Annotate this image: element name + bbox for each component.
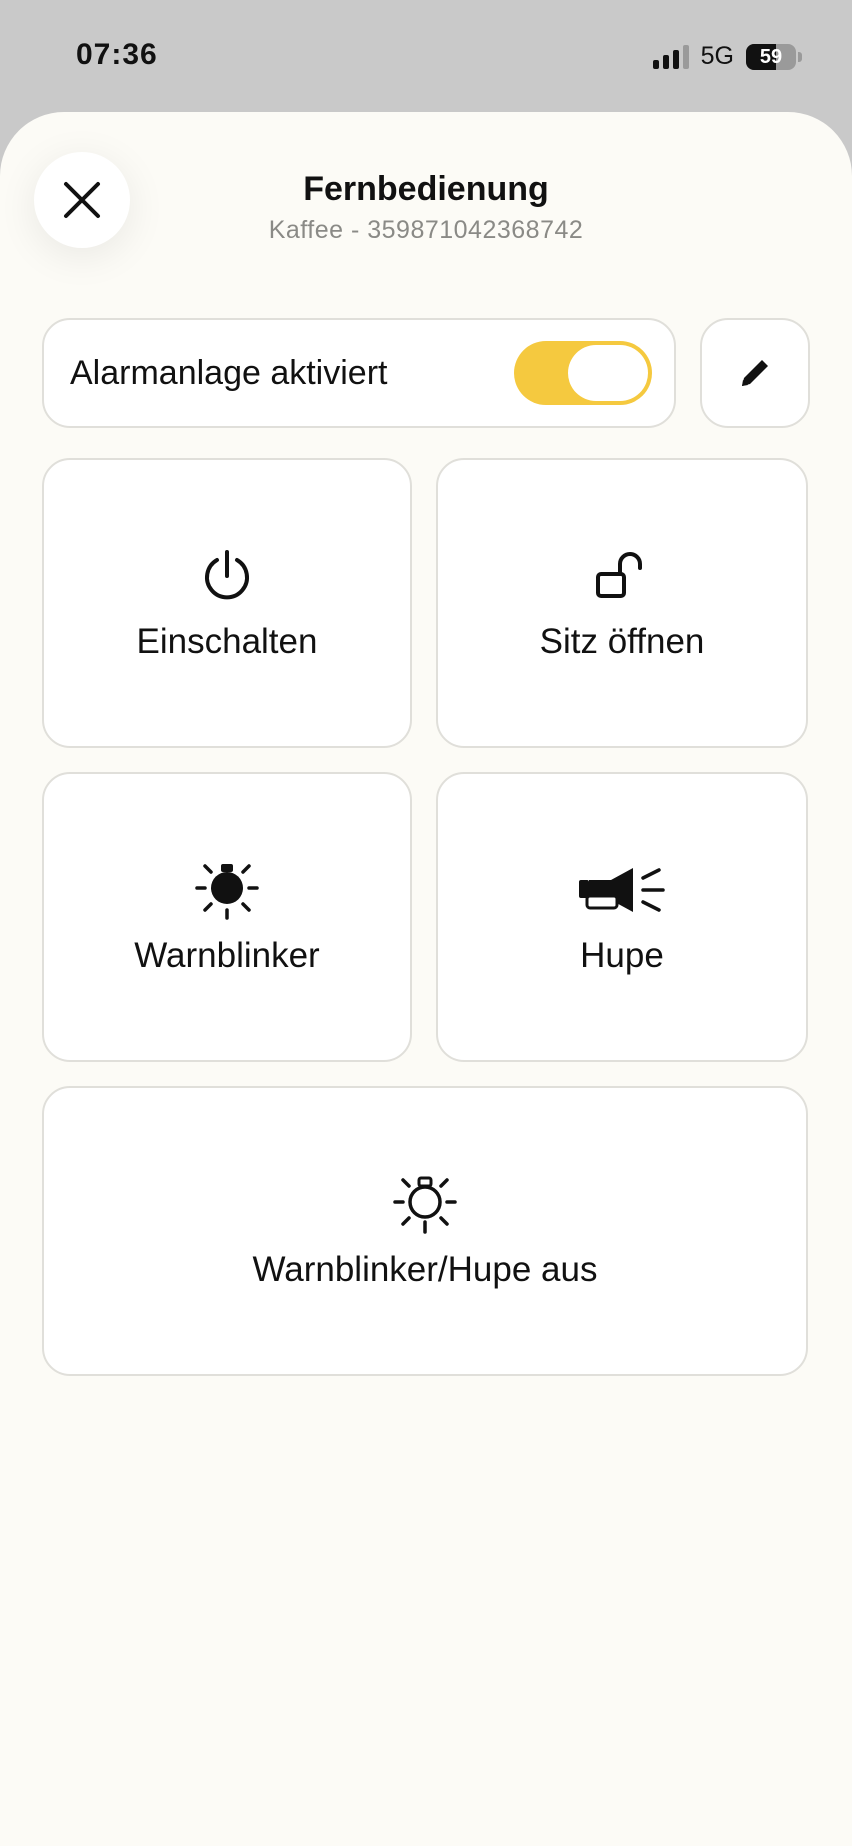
signal-icon [652,44,689,69]
remote-control-sheet: Fernbedienung Kaffee - 359871042368742 A… [0,112,852,1846]
vehicle-subtitle: Kaffee - 359871042368742 [268,216,584,244]
network-type: 5G [700,42,734,70]
alarm-label: Alarmanlage aktiviert [70,353,388,392]
hazard-horn-off-button[interactable]: Warnblinker/Hupe aus [42,1086,808,1376]
alarm-row: Alarmanlage aktiviert [42,318,676,428]
alarm-toggle[interactable] [514,341,652,405]
hazard-light-icon [195,864,259,920]
open-seat-label: Sitz öffnen [539,622,705,661]
horn-button[interactable]: Hupe [436,772,808,1062]
status-time: 07:36 [76,38,158,71]
status-indicators: 5G 59 [652,42,802,71]
unlock-icon [596,552,642,598]
hazard-lights-label: Warnblinker [134,936,320,975]
horn-label: Hupe [580,936,664,975]
power-icon [205,550,249,600]
battery-icon: 59 [746,43,796,70]
power-on-button[interactable]: Einschalten [42,458,412,748]
page-title: Fernbedienung [303,170,549,208]
status-bar: 07:36 5G 59 [0,0,852,112]
hazard-horn-off-label: Warnblinker/Hupe aus [252,1250,598,1289]
edit-button[interactable] [700,318,810,428]
hazard-light-off-icon [393,1176,457,1234]
battery-cap [798,51,802,62]
toggle-knob [568,345,648,401]
power-on-label: Einschalten [136,622,318,661]
horn-icon [579,868,665,912]
pencil-icon [742,360,768,386]
hazard-lights-button[interactable]: Warnblinker [42,772,412,1062]
open-seat-button[interactable]: Sitz öffnen [436,458,808,748]
battery-percent: 59 [759,45,783,68]
